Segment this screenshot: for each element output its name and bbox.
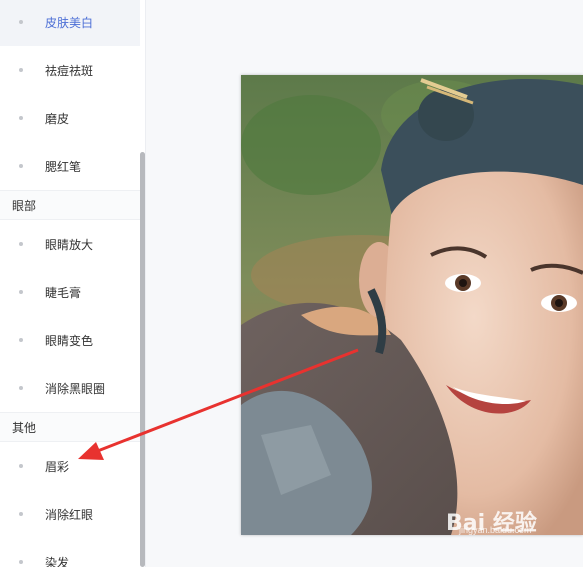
annotation-arrow bbox=[78, 348, 359, 460]
